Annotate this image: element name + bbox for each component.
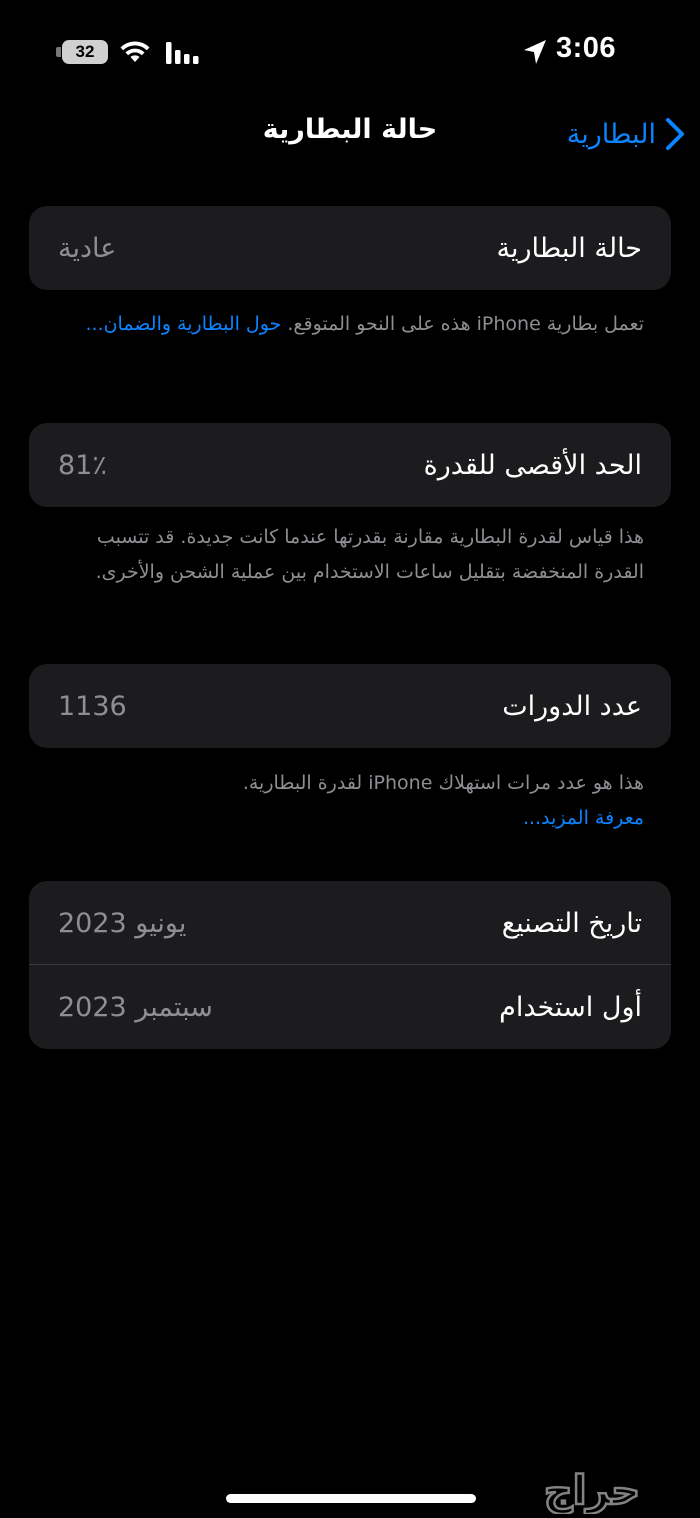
battery-health-footer-text: تعمل بطارية iPhone هذه على النحو المتوقع… [281, 313, 644, 335]
wifi-icon [120, 41, 150, 62]
status-bar: 32 3:06 [0, 0, 700, 104]
max-capacity-group: الحد الأقصى للقدرة 81٪ [29, 423, 671, 507]
max-capacity-row: الحد الأقصى للقدرة 81٪ [29, 423, 671, 507]
max-capacity-value: 81٪ [58, 449, 107, 481]
cycle-count-row: عدد الدورات 1136 [29, 664, 671, 748]
manufacture-date-row: تاريخ التصنيع يونيو 2023 [29, 881, 671, 965]
cycle-count-footer-text: هذا هو عدد مرات استهلاك iPhone لقدرة الب… [242, 772, 644, 794]
battery-health-value: عادية [58, 232, 117, 264]
svg-text:حراج: حراج [544, 1470, 640, 1514]
cycle-count-group: عدد الدورات 1136 [29, 664, 671, 748]
first-use-label: أول استخدام [499, 991, 642, 1023]
battery-health-footer: تعمل بطارية iPhone هذه على النحو المتوقع… [54, 307, 644, 342]
dates-group: تاريخ التصنيع يونيو 2023 أول استخدام سبت… [29, 881, 671, 1049]
first-use-row: أول استخدام سبتمبر 2023 [29, 965, 671, 1049]
battery-health-group: حالة البطارية عادية [29, 206, 671, 290]
cycle-count-footer: هذا هو عدد مرات استهلاك iPhone لقدرة الب… [54, 766, 644, 836]
manufacture-date-label: تاريخ التصنيع [501, 907, 642, 939]
first-use-value: سبتمبر 2023 [58, 991, 213, 1023]
page-title: حالة البطارية [262, 114, 438, 145]
battery-warranty-link[interactable]: حول البطارية والضمان... [85, 313, 281, 335]
cycle-count-value: 1136 [58, 690, 127, 722]
battery-icon: 32 [62, 40, 108, 64]
battery-tip [56, 47, 61, 57]
learn-more-link[interactable]: معرفة المزيد... [523, 807, 644, 829]
max-capacity-label: الحد الأقصى للقدرة [423, 449, 642, 481]
battery-health-label: حالة البطارية [496, 232, 642, 264]
home-indicator[interactable] [226, 1494, 476, 1503]
cellular-signal-icon [166, 42, 199, 64]
cycle-count-label: عدد الدورات [502, 690, 642, 722]
location-arrow-icon [524, 40, 546, 64]
max-capacity-footer: هذا قياس لقدرة البطارية مقارنة بقدرتها ع… [95, 526, 644, 583]
manufacture-date-value: يونيو 2023 [58, 907, 187, 939]
battery-health-row: حالة البطارية عادية [29, 206, 671, 290]
status-time: 3:06 [556, 32, 617, 64]
haraj-watermark-logo: حراج [543, 1470, 642, 1514]
